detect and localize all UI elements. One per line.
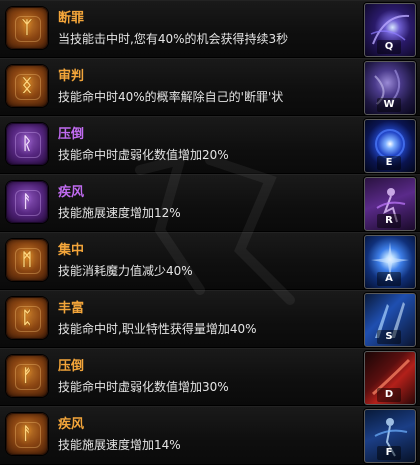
rune-row[interactable]: ᚱ 压倒 技能命中时虚弱化数值增加20% E [0, 116, 420, 174]
rune-icon[interactable]: ᛈ [6, 297, 48, 339]
rune-name: 压倒 [58, 359, 85, 374]
skill-icon[interactable]: W [364, 61, 416, 115]
rune-description: 技能命中时虚弱化数值增加30% [58, 380, 229, 394]
skill-icon[interactable]: Q [364, 3, 416, 57]
rune-row[interactable]: ᛝ 审判 技能命中时40%的概率解除自己的'断罪'状 W [0, 58, 420, 116]
skill-icon[interactable]: E [364, 119, 416, 173]
rune-glyph: ᚨ [21, 424, 33, 444]
rune-icon[interactable]: ᚠ [6, 355, 48, 397]
rune-glyph: ᛉ [21, 18, 33, 38]
skill-key-label: S [377, 330, 401, 344]
rune-name: 压倒 [58, 127, 85, 142]
skill-icon[interactable]: R [364, 177, 416, 231]
rune-description: 当技能击中时,您有40%的机会获得持续3秒 [58, 32, 289, 46]
rune-row[interactable]: ᚨ 疾风 技能施展速度增加12% R [0, 174, 420, 232]
rune-icon[interactable]: ᚱ [6, 123, 48, 165]
skill-icon[interactable]: A [364, 235, 416, 289]
rune-description: 技能命中时虚弱化数值增加20% [58, 148, 229, 162]
skill-key-label: Q [377, 40, 401, 54]
rune-name: 丰富 [58, 301, 85, 316]
rune-row[interactable]: ᚨ 疾风 技能施展速度增加14% F [0, 406, 420, 465]
skill-icon[interactable]: D [364, 351, 416, 405]
rune-skill-list: ᛉ 断罪 当技能击中时,您有40%的机会获得持续3秒 Q ᛝ 审判 技能命中时4… [0, 0, 420, 465]
skill-key-label: W [377, 98, 401, 112]
skill-key-label: F [377, 446, 401, 460]
rune-glyph: ᛗ [21, 250, 33, 270]
skill-key-label: D [377, 388, 401, 402]
rune-description: 技能消耗魔力值减少40% [58, 264, 193, 278]
rune-icon[interactable]: ᚨ [6, 413, 48, 455]
skill-key-label: R [377, 214, 401, 228]
rune-name: 集中 [58, 243, 85, 258]
rune-icon[interactable]: ᛗ [6, 239, 48, 281]
rune-name: 疾风 [58, 417, 85, 432]
rune-row[interactable]: ᛈ 丰富 技能命中时,职业特性获得量增加40% S [0, 290, 420, 348]
skill-icon[interactable]: S [364, 293, 416, 347]
rune-description: 技能命中时,职业特性获得量增加40% [58, 322, 257, 336]
rune-row[interactable]: ᛗ 集中 技能消耗魔力值减少40% A [0, 232, 420, 290]
rune-row[interactable]: ᛉ 断罪 当技能击中时,您有40%的机会获得持续3秒 Q [0, 0, 420, 58]
rune-description: 技能施展速度增加12% [58, 206, 181, 220]
rune-name: 疾风 [58, 185, 85, 200]
rune-name: 断罪 [58, 11, 85, 26]
rune-glyph: ᛈ [21, 308, 33, 328]
skill-icon[interactable]: F [364, 409, 416, 463]
rune-description: 技能施展速度增加14% [58, 438, 181, 452]
rune-icon[interactable]: ᚨ [6, 181, 48, 223]
rune-icon[interactable]: ᛉ [6, 7, 48, 49]
rune-row[interactable]: ᚠ 压倒 技能命中时虚弱化数值增加30% D [0, 348, 420, 406]
rune-glyph: ᚨ [21, 192, 33, 212]
rune-glyph: ᚱ [21, 134, 33, 154]
skill-key-label: E [377, 156, 401, 170]
rune-icon[interactable]: ᛝ [6, 65, 48, 107]
rune-glyph: ᚠ [21, 366, 33, 386]
rune-name: 审判 [58, 69, 85, 84]
skill-key-label: A [377, 272, 401, 286]
rune-description: 技能命中时40%的概率解除自己的'断罪'状 [58, 90, 284, 104]
rune-glyph: ᛝ [21, 76, 33, 96]
